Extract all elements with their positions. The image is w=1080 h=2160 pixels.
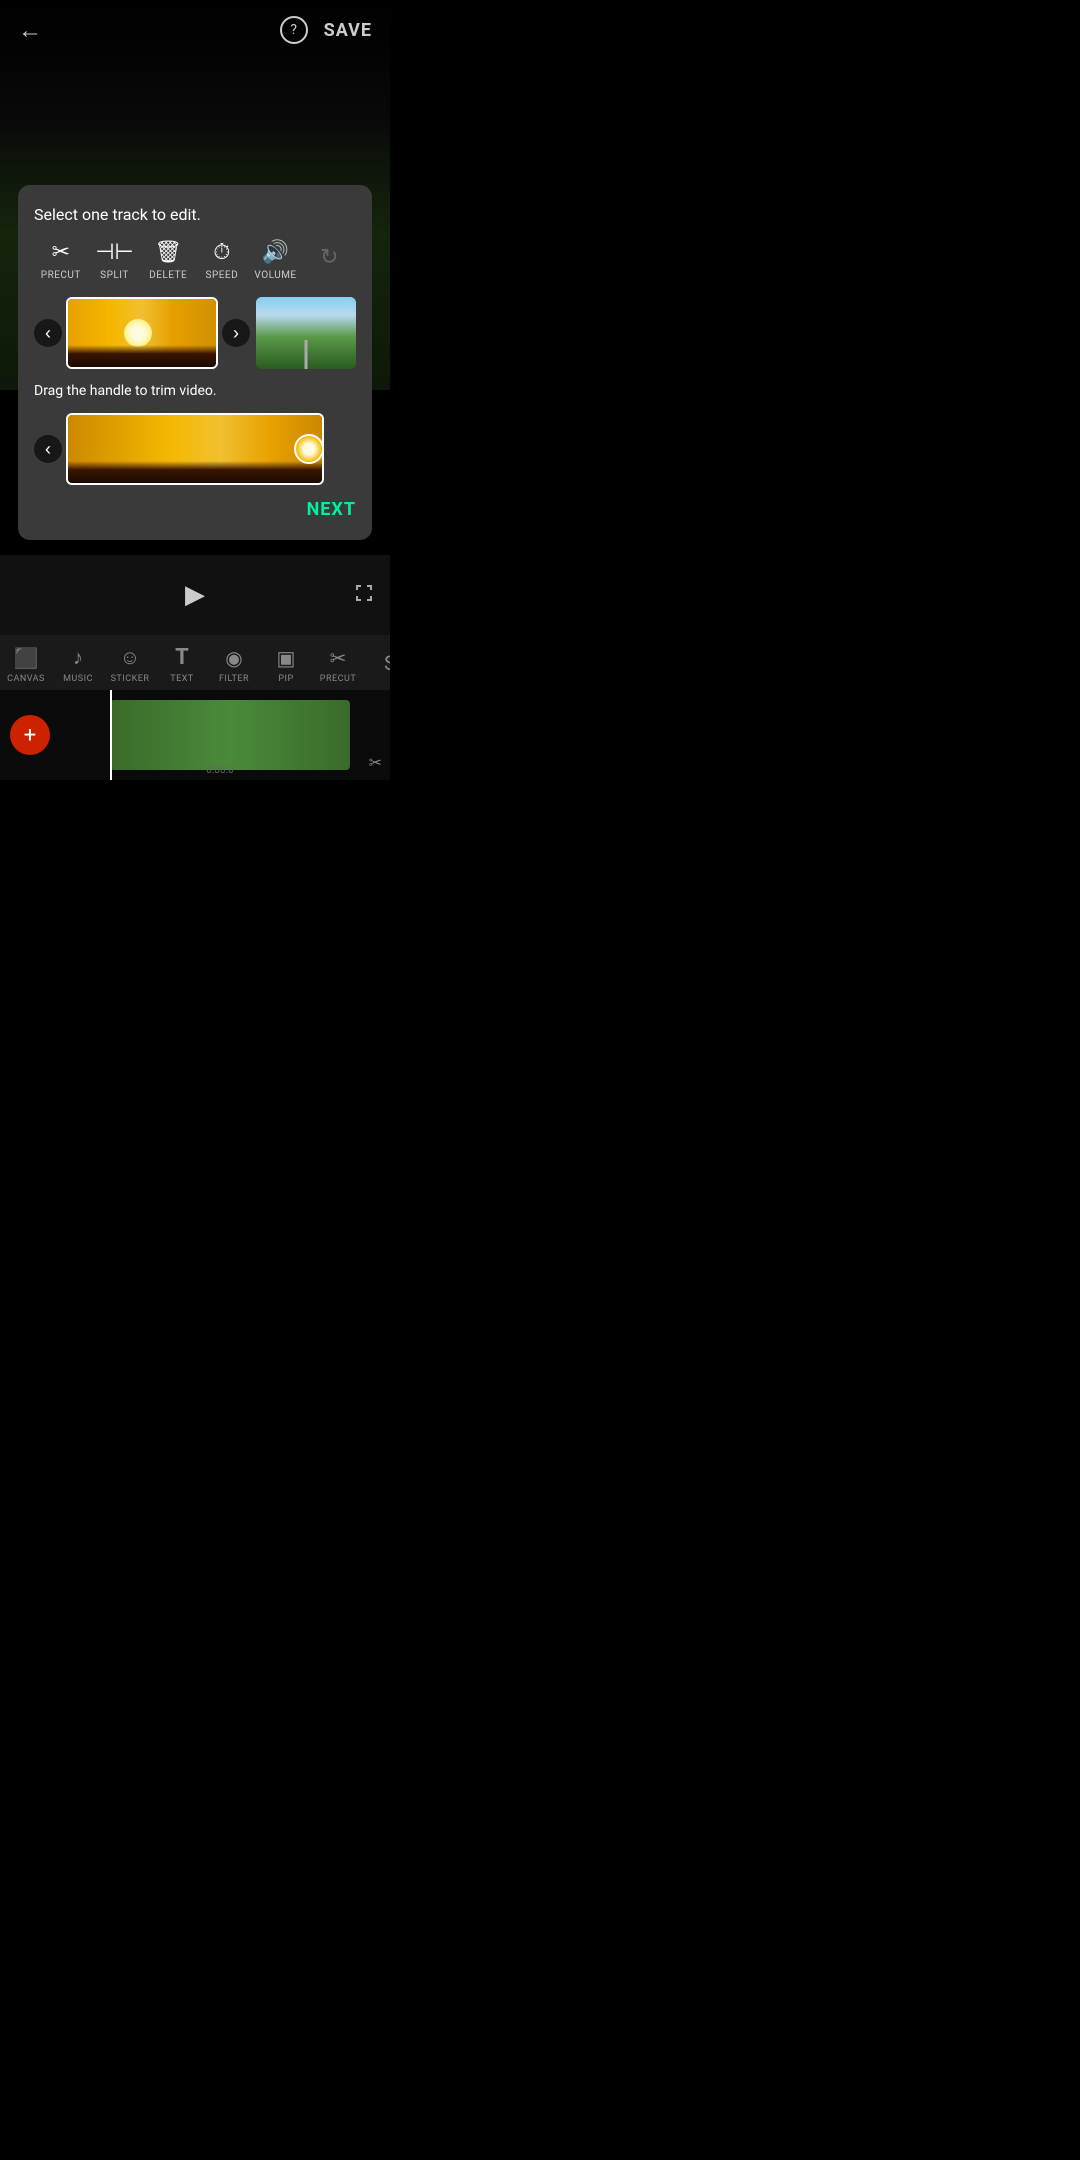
back-button[interactable]: ← [18, 16, 42, 45]
split-icon: ⊣⊢ [95, 238, 133, 266]
next-button[interactable]: NEXT [307, 499, 356, 520]
video-clip-2[interactable] [256, 297, 356, 369]
trim-hint: Drag the handle to trim video. [34, 383, 356, 399]
bottom-canvas[interactable]: ⬛ CANVAS [0, 644, 52, 686]
music-label: MUSIC [63, 674, 93, 684]
trash-icon: 🗑 [154, 238, 182, 266]
add-clip-button[interactable]: + [10, 715, 50, 755]
bottom-precut[interactable]: ✂ PRECUT [312, 644, 364, 686]
tool-delete[interactable]: 🗑 DELETE [141, 238, 195, 281]
trim-prev-button[interactable]: ‹ [34, 435, 62, 463]
bottom-toolbar: ⬛ CANVAS ♪ MUSIC ☺ STICKER T TEXT ◉ FILT… [0, 635, 390, 690]
volume-icon: 🔊 [262, 238, 289, 266]
playback-bar: ▶ [0, 555, 390, 635]
text-label: TEXT [170, 674, 194, 684]
tool-volume[interactable]: 🔊 VOLUME [249, 238, 303, 281]
trim-clip[interactable] [66, 413, 324, 485]
text-icon: T [175, 645, 189, 670]
sticker-label: STICKER [111, 674, 150, 684]
canvas-label: CANVAS [7, 674, 45, 684]
play-button[interactable]: ▶ [185, 580, 205, 610]
precut-icon: ✂ [330, 646, 347, 670]
tool-speed[interactable]: ⏱ SPEED [195, 238, 249, 281]
precut-label: PRECUT [320, 674, 356, 684]
filter-icon: ◉ [225, 646, 242, 670]
save-button[interactable]: SAVE [324, 20, 372, 41]
clip-1-thumbnail [68, 299, 216, 367]
bottom-filter[interactable]: ◉ FILTER [208, 644, 260, 686]
timeline-row: + 0:00.0 ✂ [0, 690, 390, 780]
speed-icon: ⏱ [213, 238, 230, 266]
playhead [110, 690, 112, 780]
trim-corner-icon[interactable]: ✂ [369, 753, 382, 772]
next-button-container: NEXT [34, 499, 356, 520]
prev-clip-button[interactable]: ‹ [34, 319, 62, 347]
tool-speed-label: SPEED [206, 270, 239, 281]
music-icon: ♪ [73, 645, 83, 670]
bottom-sticker[interactable]: ☺ STICKER [104, 643, 156, 686]
pip-label: PIP [278, 674, 293, 684]
pip-icon: ▣ [277, 646, 296, 670]
fullscreen-button[interactable] [354, 583, 374, 608]
modal-panel: Select one track to edit. ✂ PRECUT ⊣⊢ SP… [18, 185, 372, 540]
sun-graphic [124, 319, 152, 347]
timeline-clip [110, 700, 350, 770]
tool-precut[interactable]: ✂ PRECUT [34, 238, 88, 281]
help-button[interactable]: ? [280, 16, 308, 44]
video-strip-row-1: ‹ › [34, 297, 356, 369]
filter-label: FILTER [219, 674, 249, 684]
header-right: ? SAVE [280, 16, 372, 44]
trim-clip-thumbnail [68, 415, 322, 483]
timeline-time: 0:00.0 [206, 765, 234, 776]
video-clip-1[interactable] [66, 297, 218, 369]
bottom-s[interactable]: S [364, 649, 390, 681]
horizon-graphic [68, 345, 216, 367]
trim-handle[interactable] [294, 434, 324, 464]
s-icon: S [384, 651, 390, 675]
video-strip-row-2: ‹ [34, 413, 356, 485]
next-clip-button[interactable]: › [222, 319, 250, 347]
tool-split-label: SPLIT [100, 270, 129, 281]
modal-title: Select one track to edit. [34, 205, 356, 224]
bottom-music[interactable]: ♪ MUSIC [52, 643, 104, 686]
sticker-icon: ☺ [120, 645, 140, 670]
bottom-pip[interactable]: ▣ PIP [260, 644, 312, 686]
tool-precut-label: PRECUT [41, 270, 81, 281]
tool-rotate[interactable]: ↻ [302, 244, 356, 276]
bottom-text[interactable]: T TEXT [156, 643, 208, 686]
tool-split[interactable]: ⊣⊢ SPLIT [88, 238, 142, 281]
rotate-icon: ↻ [320, 244, 338, 272]
canvas-icon: ⬛ [14, 646, 39, 670]
tool-volume-label: VOLUME [254, 270, 296, 281]
modal-toolbar: ✂ PRECUT ⊣⊢ SPLIT 🗑 DELETE ⏱ SPEED 🔊 VOL… [34, 238, 356, 281]
top-bar: ← ? SAVE [0, 0, 390, 60]
tool-delete-label: DELETE [149, 270, 187, 281]
trim-horizon-graphic [68, 461, 322, 483]
scissors-icon: ✂ [52, 238, 70, 266]
timeline-scrubber[interactable]: 0:00.0 [50, 690, 390, 780]
lower-section: ▶ ⬛ CANVAS ♪ MUSIC ☺ STICKER [0, 555, 390, 780]
